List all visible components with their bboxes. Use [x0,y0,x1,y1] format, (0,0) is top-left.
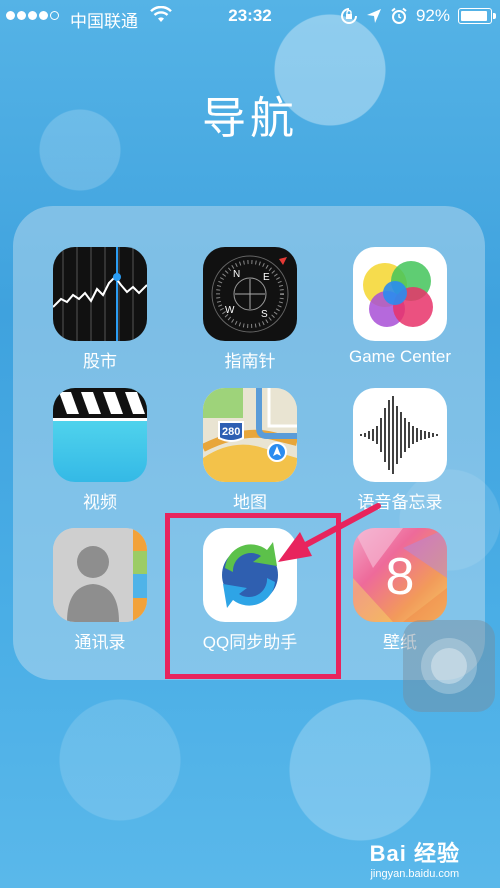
baidu-jingyan-watermark: Bai 经验 jingyan.baidu.com [370,836,460,880]
compass-w-label: W [225,305,235,316]
app-compass[interactable]: N E S W 指南针 [175,247,325,372]
stocks-icon [53,247,147,341]
voice-memos-icon [353,388,447,482]
app-label: 视频 [83,493,117,512]
app-label: Game Center [348,347,452,366]
highlight-box [165,513,341,679]
maps-icon: 280 [203,388,297,482]
compass-n-label: N [233,269,240,280]
app-label: 地图 [233,493,267,512]
app-voice-memos[interactable]: 语音备忘录 [325,388,475,513]
watermark-url: jingyan.baidu.com [370,868,460,880]
battery-percentage: 92% [415,6,450,25]
contacts-icon [53,528,147,622]
wallpaper-icon: 8 [353,528,447,622]
app-contacts[interactable]: 通讯录 [25,528,175,653]
location-icon [366,9,381,23]
compass-s-label: S [261,309,268,320]
game-center-icon [353,247,447,341]
compass-e-label: E [263,272,270,283]
app-maps[interactable]: 280 地图 [175,388,325,513]
battery-icon [458,8,496,24]
alarm-icon [391,7,407,24]
watermark-logo: Bai 经验 [369,841,460,866]
app-stocks[interactable]: 股市 [25,247,175,372]
app-videos[interactable]: 视频 [25,388,175,513]
app-label: 语音备忘录 [357,493,443,512]
compass-icon: N E S W [203,247,297,341]
rotation-lock-icon [340,8,357,24]
maps-shield-label: 280 [222,426,240,438]
videos-icon [53,388,147,482]
status-bar: 中国联通 23:32 92% [0,0,500,34]
wallpaper-digit: 8 [386,548,415,606]
app-game-center[interactable]: Game Center [325,247,475,367]
app-label: 指南针 [224,352,276,371]
app-label: 通讯录 [74,633,126,652]
folder-title[interactable]: 导航 [0,82,500,146]
app-label: 股市 [83,352,117,371]
assistive-touch-button[interactable] [403,620,495,712]
